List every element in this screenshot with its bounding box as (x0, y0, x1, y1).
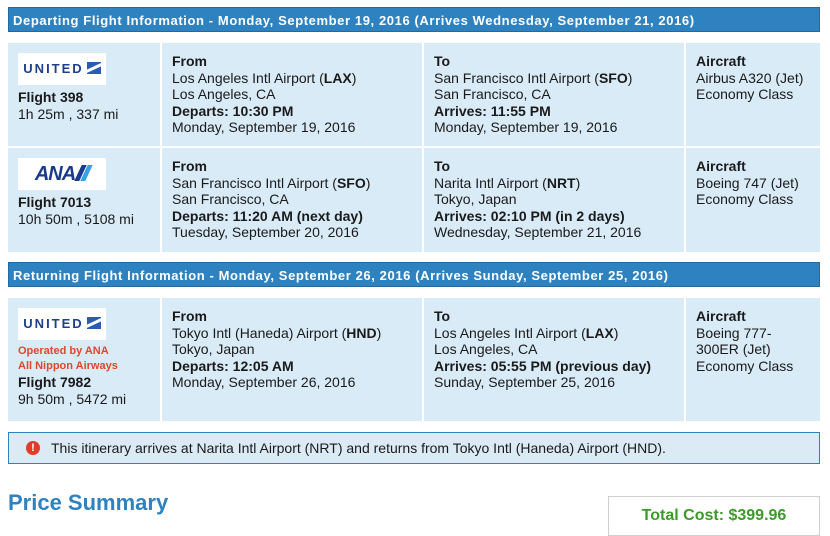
operated-by-line: Operated by ANA (18, 345, 109, 357)
from-label: From (172, 158, 207, 174)
arrival-date: Wednesday, September 21, 2016 (434, 224, 642, 240)
column-divider (684, 298, 686, 421)
ana-stripes-icon (74, 164, 93, 184)
from-airport: San Francisco Intl Airport (SFO) (172, 174, 371, 191)
aircraft-type: Boeing 747 (Jet) (696, 174, 799, 191)
united-globe-icon (86, 61, 101, 74)
price-summary-title: Price Summary (8, 490, 169, 515)
to-cell: To San Francisco Intl Airport (SFO) San … (424, 43, 683, 146)
from-airport: Los Angeles Intl Airport (LAX) (172, 69, 357, 86)
departure-date: Monday, September 26, 2016 (172, 374, 356, 390)
cabin-class: Economy Class (696, 86, 794, 102)
flight-number: Flight 7013 (18, 194, 92, 210)
to-label: To (434, 53, 451, 69)
departure-date: Tuesday, September 20, 2016 (172, 224, 359, 240)
united-logo: UNITED (18, 308, 106, 340)
airline-cell: UNITED Flight 398 1h 25m , 337 mi (8, 43, 160, 146)
aircraft-cell: Aircraft Airbus A320 (Jet) Economy Class (686, 43, 820, 146)
column-divider (160, 298, 162, 421)
from-city: Tokyo, Japan (172, 341, 255, 357)
aircraft-cell: Aircraft Boeing 777- 300ER (Jet) Economy… (686, 298, 820, 421)
from-city: San Francisco, CA (172, 191, 289, 207)
from-cell: From San Francisco Intl Airport (SFO) Sa… (162, 148, 421, 252)
united-logo: UNITED (18, 53, 106, 85)
to-label: To (434, 158, 451, 174)
alert-icon: ! (26, 441, 40, 455)
to-label: To (434, 308, 451, 324)
to-airport: Los Angeles Intl Airport (LAX) (434, 324, 619, 341)
flight-number: Flight 398 (18, 89, 84, 105)
departing-header-text: Departing Flight Information - Monday, S… (13, 13, 695, 28)
arrival-date: Sunday, September 25, 2016 (434, 374, 616, 390)
aircraft-label: Aircraft (696, 158, 746, 174)
column-divider (684, 43, 686, 252)
cabin-class: Economy Class (696, 191, 794, 207)
flight-row: UNITED Operated by ANA All Nippon Airway… (8, 298, 820, 421)
airline-cell: ANA Flight 7013 10h 50m , 5108 mi (8, 148, 160, 252)
operated-by-carrier: All Nippon Airways (18, 360, 118, 372)
departure-date: Monday, September 19, 2016 (172, 119, 356, 135)
from-cell: From Tokyo Intl (Haneda) Airport (HND) T… (162, 298, 421, 421)
to-cell: To Narita Intl Airport (NRT) Tokyo, Japa… (424, 148, 683, 252)
total-cost-box: Total Cost: $399.96 (608, 496, 820, 536)
column-divider (160, 43, 162, 252)
itinerary-notice: ! This itinerary arrives at Narita Intl … (8, 432, 820, 464)
from-city: Los Angeles, CA (172, 86, 276, 102)
aircraft-cell: Aircraft Boeing 747 (Jet) Economy Class (686, 148, 820, 252)
departure-time: Departs: 11:20 AM (next day) (172, 207, 363, 224)
cabin-class: Economy Class (696, 357, 794, 374)
returning-header-text: Returning Flight Information - Monday, S… (13, 268, 669, 283)
arrival-time: Arrives: 11:55 PM (434, 102, 551, 119)
departure-time: Departs: 12:05 AM (172, 357, 294, 374)
arrival-date: Monday, September 19, 2016 (434, 119, 618, 135)
arrival-time: Arrives: 02:10 PM (in 2 days) (434, 207, 625, 224)
returning-flights-table: UNITED Operated by ANA All Nippon Airway… (8, 298, 820, 421)
departing-section-header: Departing Flight Information - Monday, S… (8, 7, 820, 32)
to-cell: To Los Angeles Intl Airport (LAX) Los An… (424, 298, 683, 421)
from-label: From (172, 53, 207, 69)
departure-time: Departs: 10:30 PM (172, 102, 294, 119)
to-airport: Narita Intl Airport (NRT) (434, 174, 581, 191)
aircraft-type-cont: 300ER (Jet) (696, 341, 771, 357)
flight-row: UNITED Flight 398 1h 25m , 337 mi From L… (8, 43, 820, 146)
arrival-time: Arrives: 05:55 PM (previous day) (434, 357, 652, 374)
to-city: Tokyo, Japan (434, 191, 517, 207)
flight-duration: 9h 50m , 5472 mi (18, 390, 127, 407)
from-label: From (172, 308, 207, 324)
airline-cell: UNITED Operated by ANA All Nippon Airway… (8, 298, 160, 421)
column-divider (422, 43, 424, 252)
departing-flights-table: UNITED Flight 398 1h 25m , 337 mi From L… (8, 43, 820, 252)
united-globe-icon (86, 316, 101, 329)
aircraft-type: Boeing 777- (696, 324, 772, 341)
column-divider (422, 298, 424, 421)
to-airport: San Francisco Intl Airport (SFO) (434, 69, 633, 86)
flight-duration: 10h 50m , 5108 mi (18, 210, 134, 227)
aircraft-type: Airbus A320 (Jet) (696, 69, 804, 86)
notice-text: This itinerary arrives at Narita Intl Ai… (51, 440, 666, 456)
aircraft-label: Aircraft (696, 53, 746, 69)
flight-duration: 1h 25m , 337 mi (18, 105, 119, 122)
aircraft-label: Aircraft (696, 308, 746, 324)
flight-number: Flight 7982 (18, 374, 92, 390)
to-city: Los Angeles, CA (434, 341, 538, 357)
to-city: San Francisco, CA (434, 86, 551, 102)
from-cell: From Los Angeles Intl Airport (LAX) Los … (162, 43, 421, 146)
ana-logo: ANA (18, 158, 106, 190)
returning-section-header: Returning Flight Information - Monday, S… (8, 262, 820, 287)
flight-row: ANA Flight 7013 10h 50m , 5108 mi From S… (8, 148, 820, 252)
total-cost: Total Cost: $399.96 (641, 507, 787, 524)
from-airport: Tokyo Intl (Haneda) Airport (HND) (172, 324, 382, 341)
